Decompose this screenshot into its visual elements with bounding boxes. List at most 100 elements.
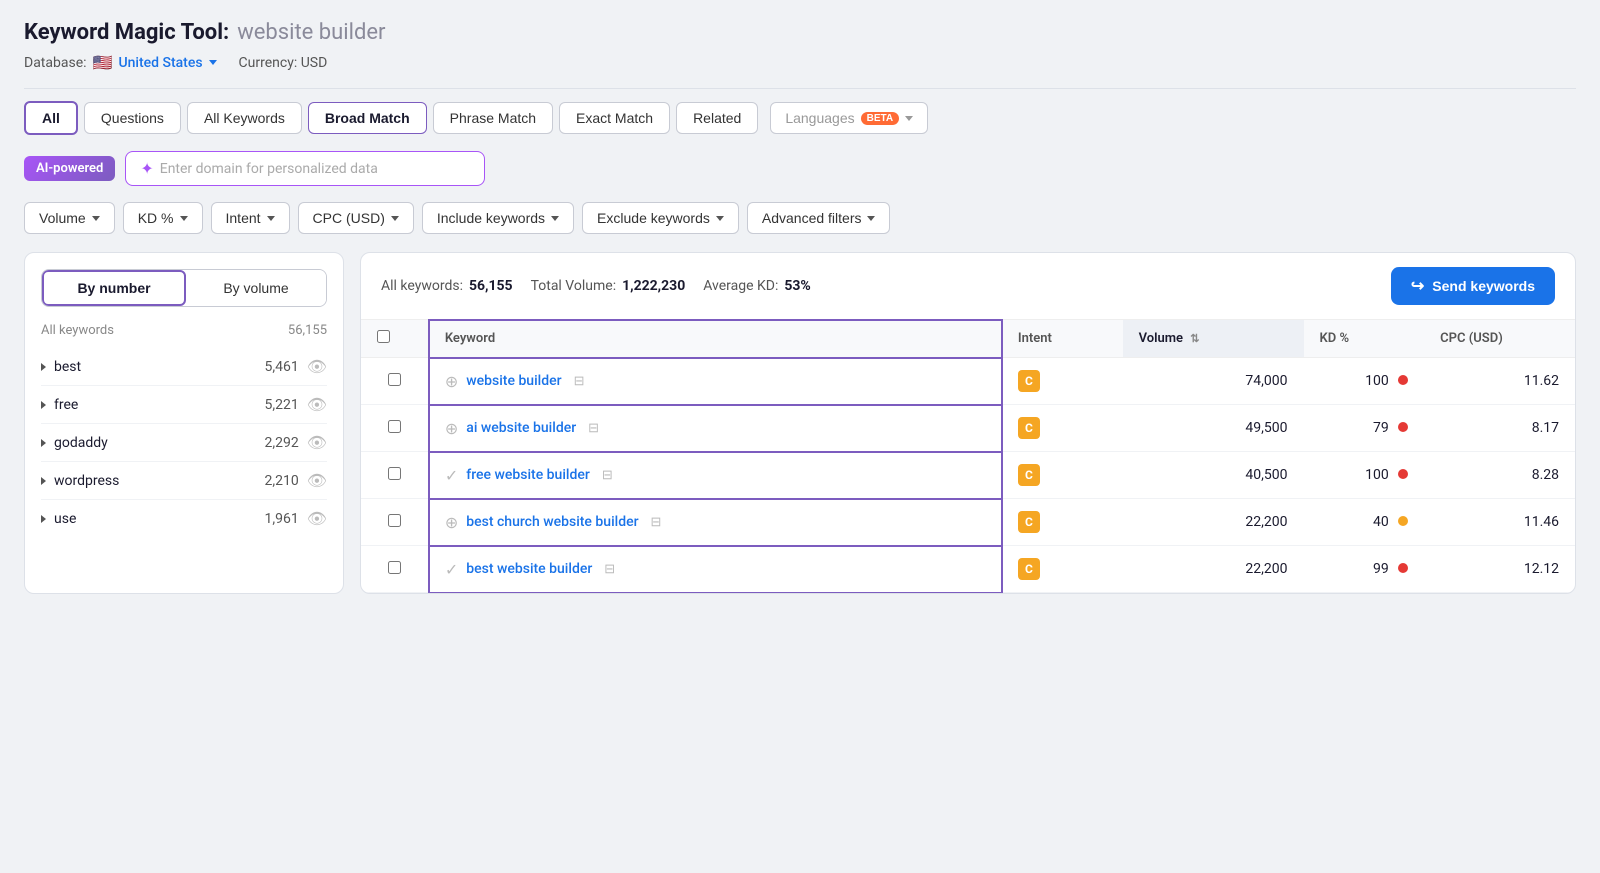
- database-label: Database:: [24, 55, 87, 71]
- toggle-by-number[interactable]: By number: [42, 270, 186, 306]
- cpc-filter[interactable]: CPC (USD): [298, 202, 414, 234]
- sidebar-item-use[interactable]: use 1,961 👁: [41, 500, 327, 537]
- ai-domain-input-wrap[interactable]: ✦ Enter domain for personalized data: [125, 151, 485, 186]
- all-keywords-value: 56,155: [469, 278, 513, 294]
- tab-phrase-match[interactable]: Phrase Match: [433, 102, 553, 134]
- table-row: ⊕ website builder ⊟ C 74,000 100: [361, 358, 1575, 405]
- row1-keyword-link[interactable]: website builder: [466, 373, 561, 389]
- row4-checkbox[interactable]: [388, 514, 401, 527]
- row1-copy-icon[interactable]: ⊟: [574, 374, 585, 389]
- row3-cpc-cell: 8.28: [1424, 452, 1575, 499]
- th-kd: KD %: [1304, 320, 1425, 358]
- select-all-checkbox[interactable]: [377, 330, 390, 343]
- row4-copy-icon[interactable]: ⊟: [651, 515, 662, 530]
- row5-checkbox[interactable]: [388, 561, 401, 574]
- sidebar-item-best[interactable]: best 5,461 👁: [41, 348, 327, 386]
- volume-filter-label: Volume: [39, 210, 86, 226]
- tab-broad-match[interactable]: Broad Match: [308, 102, 427, 134]
- tab-questions[interactable]: Questions: [84, 102, 181, 134]
- row4-keyword-link[interactable]: best church website builder: [466, 514, 638, 530]
- eye-icon-free[interactable]: 👁: [307, 395, 327, 414]
- kd-filter[interactable]: KD %: [123, 202, 203, 234]
- row2-intent-badge: C: [1018, 417, 1040, 439]
- sidebar-count-free: 5,221: [264, 397, 298, 413]
- table-row: ⊕ ai website builder ⊟ C 49,500 79: [361, 405, 1575, 452]
- header: Keyword Magic Tool: website builder Data…: [24, 20, 1576, 72]
- row3-keyword-link[interactable]: free website builder: [466, 467, 590, 483]
- row3-checkbox-cell: [361, 452, 429, 499]
- page-container: Keyword Magic Tool: website builder Data…: [0, 0, 1600, 873]
- table-header-bar: All keywords: 56,155 Total Volume: 1,222…: [361, 253, 1575, 320]
- sidebar-chevron-use: [41, 515, 46, 523]
- intent-filter[interactable]: Intent: [211, 202, 290, 234]
- row4-cpc-cell: 11.46: [1424, 499, 1575, 546]
- row5-copy-icon[interactable]: ⊟: [604, 562, 615, 577]
- row3-check-icon: ✓: [445, 466, 458, 485]
- eye-icon-use[interactable]: 👁: [307, 509, 327, 528]
- filter-row: Volume KD % Intent CPC (USD) Include key…: [24, 202, 1576, 234]
- tab-exact-match[interactable]: Exact Match: [559, 102, 670, 134]
- cpc-col-label: CPC (USD): [1440, 331, 1503, 346]
- sidebar-keyword-godaddy: godaddy: [54, 435, 108, 451]
- sidebar-count-best: 5,461: [264, 359, 298, 375]
- row3-intent-cell: C: [1002, 452, 1123, 499]
- th-volume[interactable]: Volume ⇅: [1123, 320, 1304, 358]
- eye-icon-best[interactable]: 👁: [307, 357, 327, 376]
- row2-kd-cell: 79: [1304, 405, 1425, 452]
- row5-keyword-link[interactable]: best website builder: [466, 561, 592, 577]
- languages-label: Languages: [785, 110, 854, 126]
- send-keywords-button[interactable]: ↪ Send keywords: [1391, 267, 1555, 305]
- row2-checkbox[interactable]: [388, 420, 401, 433]
- row1-cpc-cell: 11.62: [1424, 358, 1575, 405]
- country-link[interactable]: United States: [118, 55, 216, 71]
- sidebar-keyword-wordpress: wordpress: [54, 473, 119, 489]
- volume-filter[interactable]: Volume: [24, 202, 115, 234]
- country-name: United States: [118, 55, 202, 71]
- cpc-chevron-icon: [391, 216, 399, 221]
- table-row: ✓ free website builder ⊟ C 40,500 100: [361, 452, 1575, 499]
- volume-col-label: Volume: [1139, 331, 1183, 346]
- advanced-filters[interactable]: Advanced filters: [747, 202, 891, 234]
- sidebar-item-wordpress[interactable]: wordpress 2,210 👁: [41, 462, 327, 500]
- sidebar-item-godaddy[interactable]: godaddy 2,292 👁: [41, 424, 327, 462]
- sidebar-right-wordpress: 2,210 👁: [264, 471, 327, 490]
- table-header-row: Keyword Intent Volume ⇅ KD %: [361, 320, 1575, 358]
- languages-button[interactable]: Languages beta: [770, 102, 928, 134]
- row3-volume-cell: 40,500: [1123, 452, 1304, 499]
- row1-checkbox[interactable]: [388, 373, 401, 386]
- eye-icon-wordpress[interactable]: 👁: [307, 471, 327, 490]
- tab-all[interactable]: All: [24, 101, 78, 135]
- sidebar-right-free: 5,221 👁: [264, 395, 327, 414]
- th-intent: Intent: [1002, 320, 1123, 358]
- sidebar-row-left-use: use: [41, 511, 76, 527]
- kd-col-label: KD %: [1320, 331, 1350, 346]
- row2-copy-icon[interactable]: ⊟: [588, 421, 599, 436]
- row4-volume-cell: 22,200: [1123, 499, 1304, 546]
- row3-copy-icon[interactable]: ⊟: [602, 468, 613, 483]
- eye-icon-godaddy[interactable]: 👁: [307, 433, 327, 452]
- tab-all-keywords[interactable]: All Keywords: [187, 102, 302, 134]
- row1-intent-cell: C: [1002, 358, 1123, 405]
- row5-check-icon: ✓: [445, 560, 458, 579]
- cpc-filter-label: CPC (USD): [313, 210, 385, 226]
- tabs-row: All Questions All Keywords Broad Match P…: [24, 101, 1576, 135]
- exclude-keywords-filter[interactable]: Exclude keywords: [582, 202, 739, 234]
- sidebar-all-keywords-label: All keywords: [41, 323, 114, 338]
- avg-kd-value: 53%: [784, 278, 810, 294]
- include-keywords-filter[interactable]: Include keywords: [422, 202, 574, 234]
- kd-chevron-icon: [180, 216, 188, 221]
- sidebar-item-free[interactable]: free 5,221 👁: [41, 386, 327, 424]
- volume-chevron-icon: [92, 216, 100, 221]
- tab-related[interactable]: Related: [676, 102, 758, 134]
- sidebar-all-keywords-count: 56,155: [288, 323, 327, 338]
- sidebar-row-left-godaddy: godaddy: [41, 435, 108, 451]
- row1-keyword-cell: ⊕ website builder ⊟: [429, 358, 1002, 405]
- row3-intent-badge: C: [1018, 464, 1040, 486]
- row1-volume-cell: 74,000: [1123, 358, 1304, 405]
- row2-keyword-link[interactable]: ai website builder: [466, 420, 576, 436]
- toggle-by-volume[interactable]: By volume: [186, 270, 326, 306]
- row3-checkbox[interactable]: [388, 467, 401, 480]
- include-keywords-label: Include keywords: [437, 210, 545, 226]
- row5-kd-cell: 99: [1304, 546, 1425, 593]
- sidebar-keyword-free: free: [54, 397, 78, 413]
